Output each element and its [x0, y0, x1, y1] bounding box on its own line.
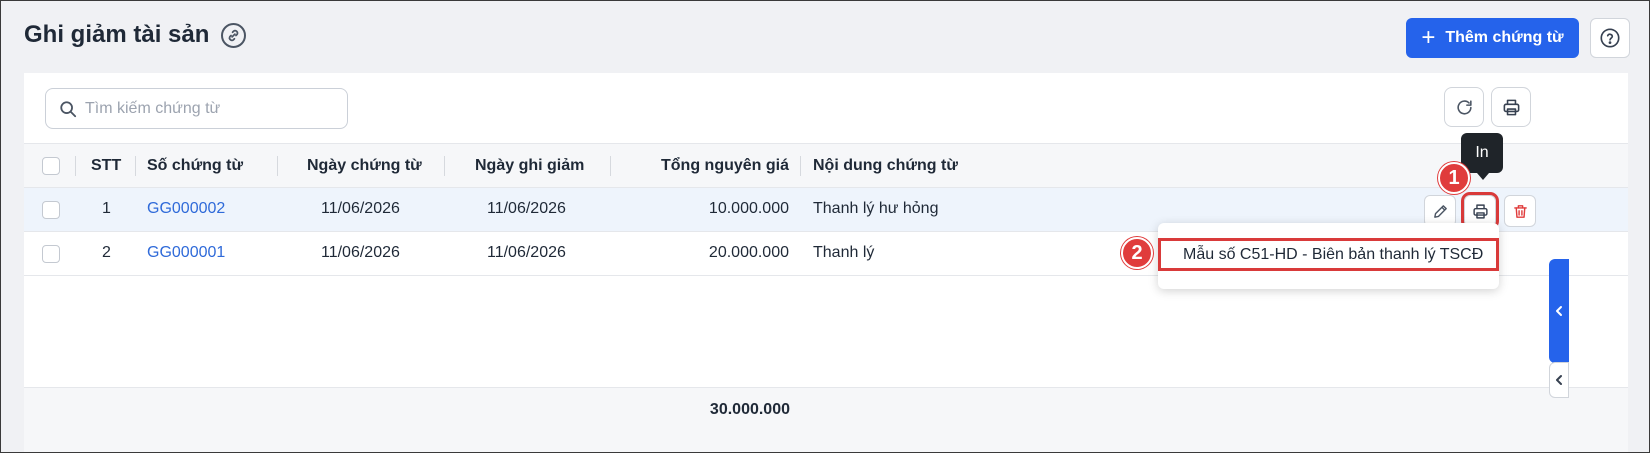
- chevron-left-icon: [1556, 375, 1562, 385]
- column-divider: [135, 156, 136, 176]
- print-tooltip: In: [1461, 133, 1503, 180]
- search-input[interactable]: [85, 99, 335, 118]
- document-number-link[interactable]: GG000002: [147, 200, 225, 218]
- row-stt: 2: [102, 244, 111, 261]
- column-header-decrease-date[interactable]: Ngày ghi giảm: [475, 157, 584, 175]
- refresh-button[interactable]: [1444, 87, 1484, 127]
- row-stt: 1: [102, 200, 111, 217]
- add-document-label: Thêm chứng từ: [1445, 29, 1564, 46]
- step-badge-1-label: 1: [1448, 166, 1460, 189]
- step-badge-2-label: 2: [1131, 241, 1143, 264]
- total-cost: 30.000.000: [709, 401, 790, 418]
- row-total-cost: 10.000.000: [708, 200, 789, 217]
- row-content: Thanh lý: [813, 244, 875, 261]
- refresh-icon: [1456, 99, 1472, 115]
- delete-button[interactable]: [1504, 195, 1536, 227]
- document-number-link[interactable]: GG000001: [147, 244, 225, 262]
- search-box[interactable]: [45, 88, 348, 129]
- link-icon[interactable]: [221, 22, 247, 48]
- column-divider: [75, 156, 76, 176]
- row-total-cost: 20.000.000: [708, 244, 789, 261]
- column-header-document-number[interactable]: Số chứng từ: [147, 157, 243, 175]
- add-document-button[interactable]: + Thêm chứng từ: [1406, 18, 1579, 58]
- column-header-document-date[interactable]: Ngày chứng từ: [307, 157, 422, 175]
- column-header-content[interactable]: Nội dung chứng từ: [813, 157, 958, 175]
- pencil-icon: [1433, 204, 1447, 218]
- trash-icon: [1513, 204, 1527, 218]
- page-title: Ghi giảm tài sản: [24, 21, 210, 48]
- column-divider: [610, 156, 611, 176]
- select-all-checkbox[interactable]: [42, 157, 60, 175]
- help-button[interactable]: [1590, 18, 1630, 58]
- row-decrease-date: 11/06/2026: [487, 244, 566, 261]
- collapse-tab[interactable]: [1549, 362, 1569, 398]
- column-header-total-cost[interactable]: Tổng nguyên giá: [661, 157, 789, 175]
- column-divider: [277, 156, 278, 176]
- printer-icon: [1503, 99, 1519, 115]
- print-template-menu: Mẫu số C51-HD - Biên bản thanh lý TSCĐ: [1158, 223, 1499, 289]
- plus-icon: +: [1421, 24, 1436, 51]
- print-template-c51-hd[interactable]: Mẫu số C51-HD - Biên bản thanh lý TSCĐ: [1158, 238, 1499, 271]
- question-circle-icon: [1600, 28, 1620, 48]
- print-template-label: Mẫu số C51-HD - Biên bản thanh lý TSCĐ: [1183, 245, 1484, 263]
- app-frame: Ghi giảm tài sản + Thêm chứng từ Tìm kiế…: [0, 0, 1650, 453]
- column-divider: [800, 156, 801, 176]
- row-document-date: 11/06/2026: [321, 244, 400, 261]
- row-decrease-date: 11/06/2026: [487, 200, 566, 217]
- tooltip-text: In: [1475, 144, 1489, 161]
- page-header: Ghi giảm tài sản: [24, 21, 247, 49]
- column-header-stt[interactable]: STT: [91, 157, 121, 175]
- row-document-date: 11/06/2026: [321, 200, 400, 217]
- column-divider: [444, 156, 445, 176]
- side-panel-tab[interactable]: [1549, 259, 1569, 363]
- printer-icon: [1472, 203, 1488, 219]
- search-icon: [60, 100, 77, 117]
- print-list-button[interactable]: [1491, 87, 1531, 127]
- table-footer: 30.000.000: [24, 387, 1628, 452]
- table-header: STT Số chứng từ Ngày chứng từ Ngày ghi g…: [24, 143, 1628, 188]
- step-badge-1: 1: [1438, 162, 1470, 194]
- row-checkbox[interactable]: [42, 245, 60, 263]
- row-checkbox[interactable]: [42, 201, 60, 219]
- row-content: Thanh lý hư hỏng: [813, 200, 939, 217]
- chevron-left-icon: [1556, 306, 1562, 316]
- step-badge-2: 2: [1121, 237, 1153, 269]
